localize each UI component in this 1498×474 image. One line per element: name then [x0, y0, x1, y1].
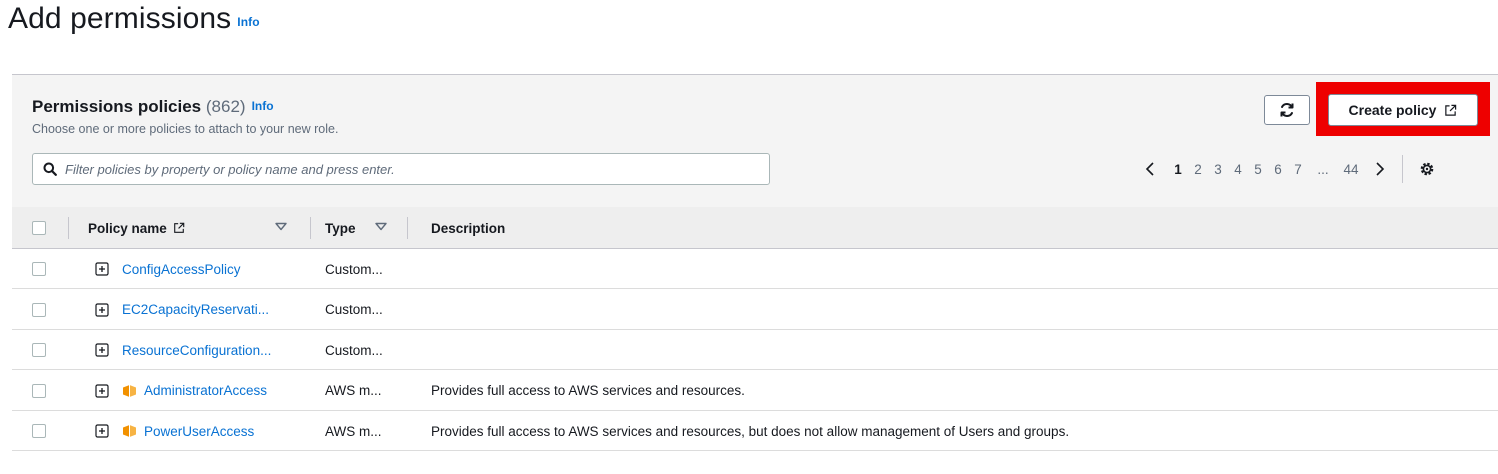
search-icon: [43, 162, 57, 176]
page-44-button[interactable]: 44: [1338, 162, 1364, 177]
page-title-text: Add permissions: [8, 2, 232, 35]
panel-title: Permissions policies (862) Info: [32, 97, 274, 117]
page-ellipsis: ...: [1317, 161, 1329, 177]
row-checkbox[interactable]: [32, 302, 46, 317]
policy-description-cell: Provides full access to AWS services and…: [431, 383, 745, 398]
column-header-description: Description: [431, 207, 505, 249]
create-policy-button[interactable]: Create policy: [1328, 94, 1478, 126]
column-header-policy-name[interactable]: Policy name: [88, 207, 185, 249]
row-checkbox[interactable]: [32, 343, 46, 357]
column-separator: [407, 217, 408, 239]
refresh-button[interactable]: [1264, 95, 1310, 125]
policy-type-cell: Custom...: [325, 342, 383, 358]
aws-managed-icon: [123, 425, 136, 437]
row-expand-cell: [95, 411, 109, 451]
expand-icon[interactable]: [95, 262, 109, 276]
policy-name-link[interactable]: AdministratorAccess: [144, 383, 267, 398]
policy-name-link[interactable]: ResourceConfiguration...: [122, 343, 271, 358]
policy-type-cell: Custom...: [325, 261, 383, 277]
policy-name-cell: EC2CapacityReservati...: [122, 290, 269, 330]
page-4-button[interactable]: 4: [1228, 162, 1248, 177]
row-select-cell: [32, 411, 46, 451]
expand-icon[interactable]: [95, 383, 109, 398]
sort-icon[interactable]: [275, 222, 287, 232]
page-2-button[interactable]: 2: [1188, 162, 1208, 177]
policy-name-cell: ConfigAccessPolicy: [122, 249, 241, 289]
row-checkbox[interactable]: [32, 424, 46, 438]
policy-name-cell: AdministratorAccess: [122, 371, 267, 411]
preferences-button[interactable]: [1419, 161, 1435, 177]
row-checkbox[interactable]: [32, 262, 46, 276]
policy-name-link[interactable]: ConfigAccessPolicy: [122, 262, 241, 277]
panel-title-text: Permissions policies: [32, 97, 202, 116]
policy-type-cell: Custom...: [325, 302, 383, 317]
policy-search-field[interactable]: [32, 153, 770, 185]
panel-description: Choose one or more policies to attach to…: [32, 122, 339, 136]
select-all-cell: [32, 207, 46, 249]
row-expand-cell: [95, 371, 109, 411]
row-select-cell: [32, 249, 46, 289]
table-row: EC2CapacityReservati... Custom...: [12, 289, 1498, 330]
table-row: AdministratorAccess AWS m... Provides full…: [12, 370, 1498, 411]
column-header-type[interactable]: Type: [325, 207, 356, 249]
column-separator: [310, 217, 311, 239]
policy-type-cell: AWS m...: [325, 383, 382, 398]
chevron-right-icon: [1376, 162, 1385, 176]
chevron-left-icon: [1145, 162, 1154, 176]
select-all-checkbox[interactable]: [32, 221, 46, 235]
pagination: 1 2 3 4 5 6 7 ... 44: [1140, 155, 1435, 183]
policy-name-cell: PowerUserAccess: [122, 411, 254, 451]
settings-icon: [1420, 162, 1434, 176]
policy-name-link[interactable]: EC2CapacityReservati...: [122, 302, 269, 317]
table-row: ConfigAccessPolicy Custom...: [12, 249, 1498, 289]
policy-count: (862): [205, 97, 246, 116]
table-row: PowerUserAccess AWS m... Provides full acc…: [12, 411, 1498, 451]
policy-type-cell: AWS m...: [325, 423, 382, 439]
row-checkbox[interactable]: [32, 383, 46, 398]
policy-name-link[interactable]: PowerUserAccess: [144, 424, 254, 439]
row-select-cell: [32, 371, 46, 411]
page-info-link[interactable]: Info: [237, 15, 259, 29]
policy-description-cell: Provides full access to AWS services and…: [431, 423, 1070, 439]
type-header-label: Type: [325, 220, 356, 236]
policy-search-input[interactable]: [65, 161, 755, 177]
column-separator: [68, 217, 69, 239]
external-link-icon: [173, 222, 185, 233]
row-select-cell: [32, 330, 46, 370]
page-3-button[interactable]: 3: [1208, 162, 1228, 177]
expand-icon[interactable]: [95, 302, 109, 317]
row-select-cell: [32, 290, 46, 330]
external-link-icon: [1445, 104, 1457, 116]
row-expand-cell: [95, 330, 109, 370]
description-header-label: Description: [431, 220, 506, 236]
page-1-button[interactable]: 1: [1168, 162, 1188, 177]
page-6-button[interactable]: 6: [1268, 162, 1288, 177]
aws-managed-icon: [123, 384, 136, 397]
previous-page-button[interactable]: [1140, 162, 1160, 176]
panel-header: Permissions policies (862) Info Choose on…: [12, 75, 1498, 207]
page-title: Add permissions Info: [8, 2, 260, 36]
permissions-policies-panel: Permissions policies (862) Info Choose on…: [12, 74, 1498, 474]
row-expand-cell: [95, 290, 109, 330]
panel-info-link[interactable]: Info: [252, 99, 274, 113]
pagination-divider: [1402, 155, 1403, 183]
expand-icon[interactable]: [95, 343, 109, 357]
create-policy-label: Create policy: [1348, 102, 1437, 118]
page-7-button[interactable]: 7: [1288, 162, 1308, 177]
sort-icon[interactable]: [375, 222, 387, 232]
table-row: ResourceConfiguration... Custom...: [12, 330, 1498, 370]
policy-name-cell: ResourceConfiguration...: [122, 330, 271, 370]
policy-name-header-label: Policy name: [88, 220, 167, 236]
page-5-button[interactable]: 5: [1248, 162, 1268, 177]
row-expand-cell: [95, 249, 109, 289]
expand-icon[interactable]: [95, 424, 109, 438]
next-page-button[interactable]: [1370, 162, 1390, 176]
table-header: Policy name Type Description: [12, 207, 1498, 249]
refresh-icon: [1280, 103, 1294, 117]
